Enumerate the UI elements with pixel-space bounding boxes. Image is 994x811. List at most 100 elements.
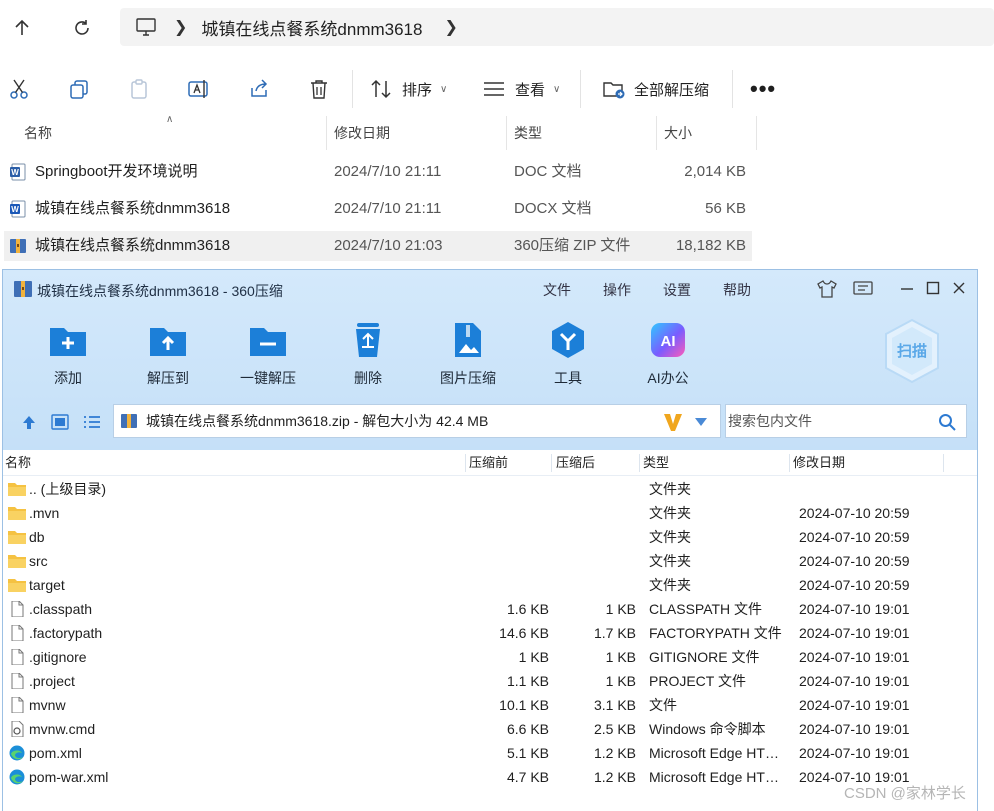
thumbnail-view-icon[interactable] [51,414,69,430]
skin-shirt-icon[interactable] [817,280,837,298]
file-row[interactable]: W Springboot开发环境说明 2024/7/10 21:11 DOC 文… [4,157,752,187]
column-after[interactable]: 压缩后 [556,450,595,476]
one-click-extract-button[interactable]: 一键解压 [233,320,303,390]
zip-app-icon [14,281,32,297]
menu-file[interactable]: 文件 [543,280,571,300]
entry-type: 文件夹 [649,505,691,521]
zip-title-bar[interactable]: 城镇在线点餐系统dnmm3618 - 360压缩 文件 操作 设置 帮助 [3,270,977,308]
extract-all-button[interactable]: 全部解压缩 [602,76,709,102]
archive-row[interactable]: mvnw 10.1 KB 3.1 KB 文件 2024-07-10 19:01 [3,693,977,717]
share-button[interactable] [246,76,272,102]
more-options-button[interactable]: ••• [750,76,776,102]
entry-name: db [29,529,45,545]
archive-row[interactable]: pom.xml 5.1 KB 1.2 KB Microsoft Edge HTM… [3,741,977,765]
archive-row[interactable]: mvnw.cmd 6.6 KB 2.5 KB Windows 命令脚本 2024… [3,717,977,741]
add-button[interactable]: 添加 [33,320,103,390]
tools-button[interactable]: 工具 [533,320,603,390]
folder-icon [8,507,26,520]
list-view-icon[interactable] [83,414,101,430]
menu-settings[interactable]: 设置 [663,280,691,300]
entry-type: 文件夹 [649,529,691,545]
verified-v-icon[interactable] [662,411,684,433]
file-modified: 2024/7/10 21:11 [334,163,442,180]
file-icon [11,673,24,689]
image-compress-button[interactable]: 图片压缩 [433,320,503,390]
archive-row[interactable]: .mvn 文件夹 2024-07-10 20:59 [3,501,977,525]
entry-modified: 2024-07-10 19:01 [799,697,910,713]
minimize-icon[interactable] [900,282,914,296]
sort-ascending-caret-icon: ∧ [166,114,174,125]
archive-row[interactable]: target 文件夹 2024-07-10 20:59 [3,573,977,597]
explorer-column-header: ∧ 名称 修改日期 类型 大小 [0,114,994,150]
feedback-icon[interactable] [853,281,873,297]
ai-badge-text: AI [661,333,676,350]
column-type[interactable]: 类型 [643,450,669,476]
rename-button[interactable] [186,76,212,102]
archive-row[interactable]: src 文件夹 2024-07-10 20:59 [3,549,977,573]
file-name: 城镇在线点餐系统dnmm3618 [35,237,231,254]
column-modified[interactable]: 修改日期 [326,116,390,150]
archive-row[interactable]: db 文件夹 2024-07-10 20:59 [3,525,977,549]
folder-icon [8,555,26,568]
file-row[interactable]: W 城镇在线点餐系统dnmm3618 2024/7/10 21:11 DOCX … [4,194,752,224]
archive-search-input[interactable] [728,405,928,437]
menu-help[interactable]: 帮助 [723,280,751,300]
edge-icon [9,769,25,785]
archive-row[interactable]: .gitignore 1 KB 1 KB GITIGNORE 文件 2024-0… [3,645,977,669]
chevron-down-icon[interactable] [694,417,708,427]
column-separator[interactable] [465,454,466,472]
copy-button[interactable] [66,76,92,102]
column-name[interactable]: 名称 [16,116,52,150]
archive-path-text: 城镇在线点餐系统dnmm3618.zip - 解包大小为 42.4 MB [146,413,489,429]
archive-row[interactable]: pom-war.xml 4.7 KB 1.2 KB Microsoft Edge… [3,765,977,789]
refresh-button[interactable] [64,10,100,46]
arrow-up-icon[interactable] [21,414,37,430]
extract-to-button[interactable]: 解压到 [133,320,203,390]
cut-button[interactable] [6,76,32,102]
column-separator[interactable] [943,454,944,472]
entry-modified: 2024-07-10 20:59 [799,577,910,593]
column-separator[interactable] [756,116,757,150]
column-separator[interactable] [551,454,552,472]
address-bar[interactable]: ❯ 城镇在线点餐系统dnmm3618 ❯ [120,8,994,46]
entry-name: pom-war.xml [29,769,109,785]
column-modified[interactable]: 修改日期 [793,450,845,476]
column-separator[interactable] [789,454,790,472]
archive-path-field[interactable]: 城镇在线点餐系统dnmm3618.zip - 解包大小为 42.4 MB [113,404,721,438]
up-button[interactable] [4,10,40,46]
chevron-right-icon: ❯ [174,19,188,36]
edge-icon [9,745,25,761]
column-before[interactable]: 压缩前 [469,450,508,476]
maximize-icon[interactable] [926,281,940,295]
chevron-right-icon[interactable]: ❯ [444,17,457,37]
paste-button[interactable] [126,76,152,102]
delete-tool-button[interactable]: 删除 [333,320,403,390]
breadcrumb-folder[interactable]: 城镇在线点餐系统dnmm3618 [201,15,422,40]
extract-to-label: 解压到 [147,370,189,386]
file-type: 360压缩 ZIP 文件 [514,237,631,254]
column-separator[interactable] [639,454,640,472]
archive-row[interactable]: .classpath 1.6 KB 1 KB CLASSPATH 文件 2024… [3,597,977,621]
file-icon [11,625,24,641]
archive-search-box[interactable] [725,404,967,438]
archive-row[interactable]: .. (上级目录) 文件夹 [3,477,977,501]
search-icon[interactable] [938,413,956,431]
scan-button[interactable]: 扫描 [883,318,941,384]
view-menu[interactable]: 查看 ∨ [483,76,560,102]
watermark-text: CSDN @家林学长 [844,785,966,802]
file-row-selected[interactable]: 城镇在线点餐系统dnmm3618 2024/7/10 21:03 360压缩 Z… [4,231,752,261]
ai-office-button[interactable]: AI AI办公 [633,320,703,390]
column-size[interactable]: 大小 [656,116,692,150]
entry-size-after: 1.2 KB [593,745,636,761]
column-type[interactable]: 类型 [506,116,542,150]
menu-operate[interactable]: 操作 [603,280,631,300]
sort-menu[interactable]: 排序 ∨ [370,76,447,102]
archive-row[interactable]: .factorypath 14.6 KB 1.7 KB FACTORYPATH … [3,621,977,645]
archive-row[interactable]: .project 1.1 KB 1 KB PROJECT 文件 2024-07-… [3,669,977,693]
column-name[interactable]: 名称 [5,450,31,476]
entry-type: 文件夹 [649,553,691,569]
entry-modified: 2024-07-10 20:59 [799,553,910,569]
entry-name: mvnw.cmd [29,721,96,737]
delete-button[interactable] [306,76,332,102]
close-icon[interactable] [952,281,966,295]
